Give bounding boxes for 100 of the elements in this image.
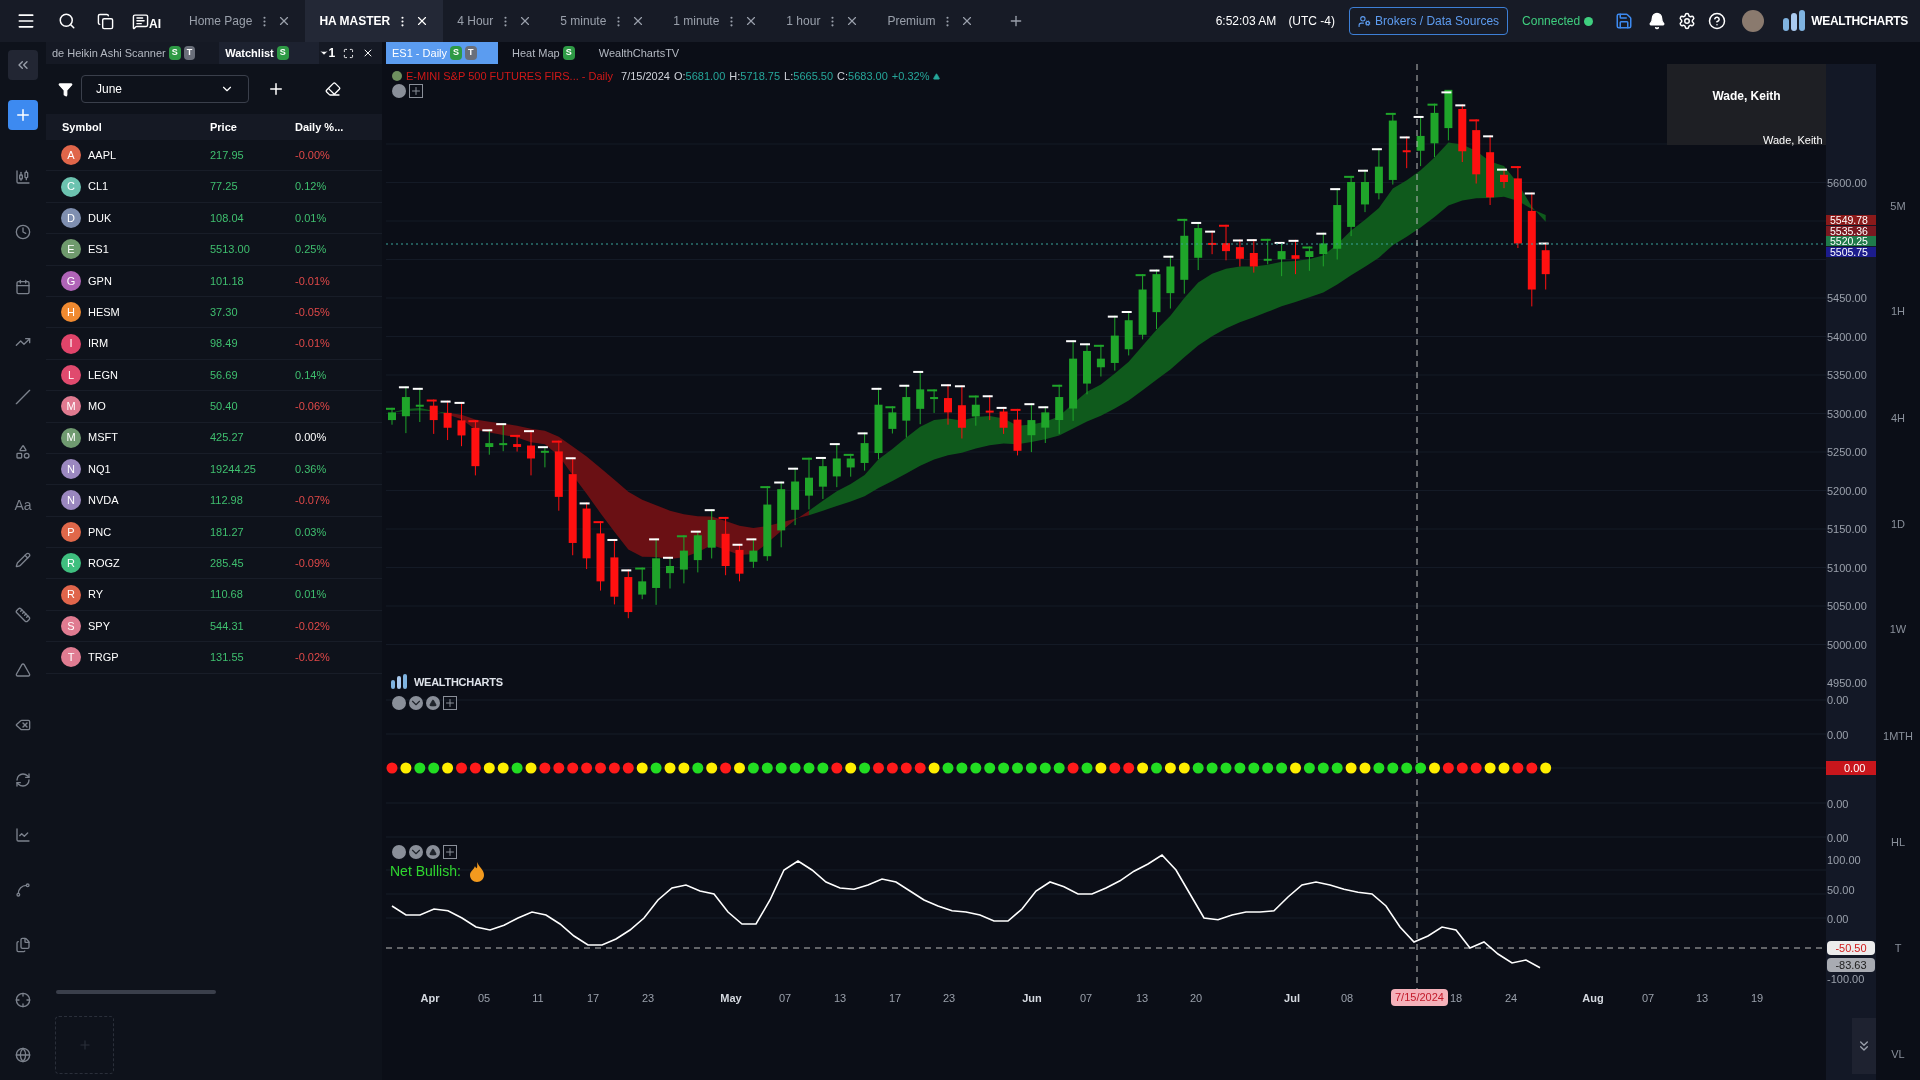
timeframe-button[interactable]: HL xyxy=(1876,834,1920,851)
symbol-cell-text: SPY xyxy=(88,618,111,634)
timeframe-button[interactable]: 1W xyxy=(1876,621,1920,638)
curve-icon[interactable] xyxy=(15,882,31,898)
layout-tab[interactable]: Home Page xyxy=(175,0,306,42)
scrollbar[interactable] xyxy=(56,990,216,994)
watchlist-row[interactable]: R RY 110.68 0.01% xyxy=(46,579,382,611)
watchlist-row[interactable]: N NQ1 19244.25 0.36% xyxy=(46,453,382,486)
collapse-icon[interactable] xyxy=(8,50,38,80)
candle xyxy=(1259,238,1272,265)
price-cell-text: 50.40 xyxy=(210,399,239,415)
column-header[interactable]: Daily %... xyxy=(295,118,344,136)
chart-tab[interactable]: ES1 - Daily S T xyxy=(386,42,498,64)
watchlist-select[interactable]: June xyxy=(81,75,249,103)
watchlist-row[interactable]: P PNC 181.27 0.03% xyxy=(46,516,382,549)
candle xyxy=(1162,255,1175,309)
symbol-cell-text: CL1 xyxy=(88,179,110,195)
collapse-down-icon[interactable] xyxy=(1852,1018,1876,1074)
text-tool[interactable]: Aa xyxy=(14,497,32,513)
visibility-toggle-icon[interactable] xyxy=(392,845,406,859)
watchlist-row[interactable]: M MSFT 425.27 0.00% xyxy=(46,422,382,454)
maximize-icon[interactable] xyxy=(343,47,355,59)
close-icon[interactable] xyxy=(362,47,374,59)
timeframe-button[interactable]: T xyxy=(1876,940,1920,957)
watchlist-row[interactable]: S SPY 544.31 -0.02% xyxy=(46,610,382,643)
price-axis-label: 5200.00 xyxy=(1827,484,1867,499)
price-cell-text: 56.69 xyxy=(210,367,239,383)
timeframe-button[interactable]: 5M xyxy=(1876,198,1920,215)
status-icon xyxy=(392,71,402,82)
price-axis-label: 5250.00 xyxy=(1827,445,1867,460)
chart-icon[interactable] xyxy=(15,169,31,185)
visibility-toggle-icon[interactable] xyxy=(392,696,406,710)
watchlist-row[interactable]: D DUK 108.04 0.01% xyxy=(46,202,382,235)
add-icon[interactable] xyxy=(267,80,285,98)
chart-tab[interactable]: Heat Map S xyxy=(502,42,585,64)
crosshair-icon[interactable] xyxy=(15,992,31,1008)
timeframe-button[interactable]: VL xyxy=(1876,1046,1920,1063)
pages-icon[interactable] xyxy=(15,937,31,953)
layout-count[interactable]: 1 xyxy=(318,44,336,62)
layout-tab[interactable]: 4 Hour xyxy=(443,0,547,42)
clock-icon[interactable] xyxy=(15,224,31,240)
time-axis-label: Jun xyxy=(1022,991,1042,1006)
watchlist-row[interactable]: N NVDA 112.98 -0.07% xyxy=(46,485,382,517)
timeframe-button[interactable]: 4H xyxy=(1876,410,1920,427)
layout-tab[interactable]: HA MASTER xyxy=(305,0,444,42)
watchlist-row[interactable]: L LEGN 56.69 0.14% xyxy=(46,359,382,392)
watchlist-row[interactable]: M MO 50.40 -0.06% xyxy=(46,391,382,423)
shapes-icon[interactable] xyxy=(15,444,31,460)
ai-chat-button[interactable]: AI xyxy=(132,12,161,30)
watchlist-row[interactable]: E ES1 5513.00 0.25% xyxy=(46,234,382,266)
timeframe-button[interactable]: 1H xyxy=(1876,303,1920,320)
brokers-button[interactable]: Brokers / Data Sources xyxy=(1349,7,1509,35)
globe-icon[interactable] xyxy=(15,1047,31,1063)
column-header[interactable]: Symbol xyxy=(46,118,210,136)
move-down-icon[interactable] xyxy=(409,696,423,710)
move-up-icon[interactable] xyxy=(426,845,440,859)
column-header[interactable]: Price xyxy=(210,118,295,136)
price-tag: 5520.25 xyxy=(1826,236,1876,246)
add-icon[interactable] xyxy=(443,845,457,859)
copy-icon[interactable] xyxy=(97,12,114,30)
help-icon[interactable] xyxy=(1708,12,1727,30)
timeframe-button[interactable]: 1MTH xyxy=(1876,728,1920,745)
chart-tab[interactable]: WealthChartsTV xyxy=(588,42,690,64)
layout-tab[interactable]: Premium xyxy=(873,0,989,42)
add-icon[interactable] xyxy=(443,696,457,710)
search-icon[interactable] xyxy=(58,12,76,30)
watchlist-row[interactable]: T TRGP 131.55 -0.02% xyxy=(46,642,382,674)
triangle-icon[interactable] xyxy=(15,662,31,678)
watchlist-row[interactable]: C CL1 77.25 0.12% xyxy=(46,171,382,203)
move-down-icon[interactable] xyxy=(409,845,423,859)
watchlist-row[interactable]: A AAPL 217.95 -0.00% xyxy=(46,140,382,172)
panel-tab[interactable]: Watchlist S xyxy=(219,42,319,64)
time-axis-label: May xyxy=(720,991,742,1006)
settings-icon[interactable] xyxy=(1678,12,1697,30)
timeframe-button[interactable]: 1D xyxy=(1876,516,1920,533)
pencil-icon[interactable] xyxy=(15,552,31,568)
chart-line-icon[interactable] xyxy=(15,827,31,843)
ruler-icon[interactable] xyxy=(15,607,31,623)
menu-icon[interactable] xyxy=(16,11,36,31)
visibility-toggle-icon[interactable] xyxy=(392,84,406,98)
layout-tab[interactable]: 1 minute xyxy=(659,0,773,42)
move-up-icon[interactable] xyxy=(426,696,440,710)
add-icon[interactable] xyxy=(409,84,423,98)
layout-tab[interactable]: 1 hour xyxy=(772,0,874,42)
watchlist-row[interactable]: G GPN 101.18 -0.01% xyxy=(46,265,382,297)
avatar[interactable] xyxy=(1742,10,1765,32)
panel-tab[interactable]: de Heikin Ashi Scanner S T xyxy=(46,42,202,64)
symbol-avatar: M xyxy=(61,396,81,417)
line-icon[interactable] xyxy=(15,389,31,405)
layout-tab[interactable]: 5 minute xyxy=(546,0,660,42)
refresh-icon[interactable] xyxy=(15,772,31,788)
filter-icon[interactable] xyxy=(58,81,73,97)
calendar-icon[interactable] xyxy=(15,279,31,295)
watchlist-row[interactable]: R ROGZ 285.45 -0.09% xyxy=(46,548,382,580)
symbol-cell-text: HESM xyxy=(88,304,121,320)
save-icon[interactable] xyxy=(1615,12,1634,30)
notification-icon[interactable] xyxy=(1648,12,1667,30)
watchlist-row[interactable]: I IRM 98.49 -0.01% xyxy=(46,328,382,360)
price-axis-label: 5350.00 xyxy=(1827,368,1867,383)
watchlist-row[interactable]: H HESM 37.30 -0.05% xyxy=(46,296,382,329)
